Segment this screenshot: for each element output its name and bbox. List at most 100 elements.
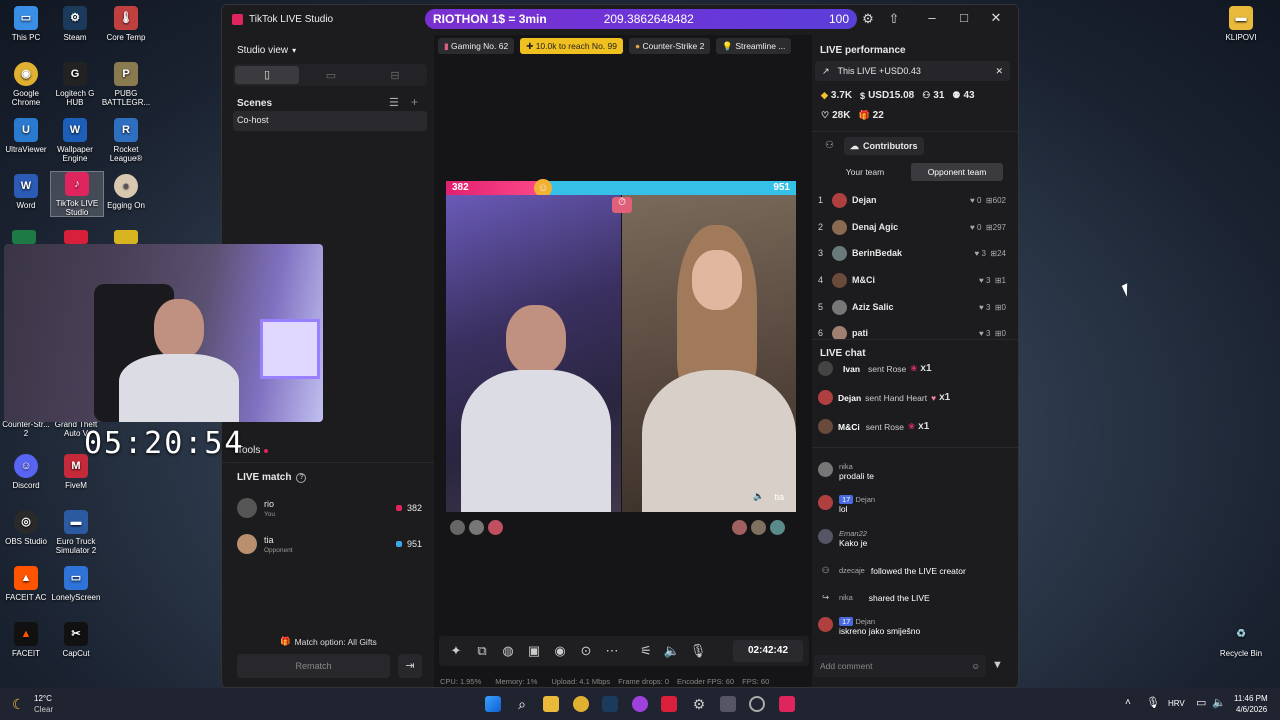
topic-counter-strike[interactable]: ● Counter-Strike 2 <box>628 38 711 54</box>
comment-input[interactable]: Add comment ☺ <box>814 655 986 677</box>
layout-portrait-button[interactable]: ▯ <box>235 66 299 84</box>
effects-icon[interactable]: ⧉ <box>471 643 493 659</box>
avatar[interactable] <box>488 520 503 535</box>
desktop-icon-faceit[interactable]: ▲ FACEIT <box>0 622 52 658</box>
app-icon-yellow[interactable] <box>114 230 138 244</box>
close-icon[interactable]: ✕ <box>995 66 1003 77</box>
match-option[interactable]: 🎁 Match option: All Gifts <box>280 636 377 647</box>
topic-gaming[interactable]: ▮ Gaming No. 62 <box>438 38 515 54</box>
desktop-icon-ultraviewer[interactable]: U UltraViewer <box>0 118 52 154</box>
weather-icon[interactable]: ☾ <box>12 696 25 713</box>
gear-taskbar-icon[interactable]: ⚙ <box>691 696 707 712</box>
contributor-row[interactable]: 3 BerinBedak ♥ 3 ⊞24 <box>818 242 1006 264</box>
contributor-row[interactable]: 1 Dejan ♥ 0 ⊞602 <box>818 189 1006 211</box>
desktop-icon-wallpaper-engine[interactable]: W Wallpaper Engine <box>49 118 101 163</box>
chrome-taskbar-icon[interactable] <box>573 696 589 712</box>
chat-message: ↪ nika shared the LIVE <box>818 592 930 603</box>
desktop-icon-logitech[interactable]: G Logitech G HUB <box>49 62 101 107</box>
help-icon[interactable]: ? <box>296 472 307 483</box>
volume-tray-icon[interactable]: 🔈 <box>1212 696 1226 709</box>
more-icon[interactable]: ⋯ <box>601 643 623 659</box>
desktop-icon-discord[interactable]: ☺ Discord <box>0 454 52 490</box>
rematch-button[interactable]: Rematch <box>237 654 390 678</box>
desktop-icon-euro-truck[interactable]: ▬ Euro Truck Simulator 2 <box>50 510 102 555</box>
tab-opponent-team[interactable]: Opponent team <box>911 163 1003 181</box>
desktop-icon-counter-strike[interactable]: Counter-Str... 2 <box>0 420 52 438</box>
layout-landscape-button[interactable]: ▭ <box>299 69 363 82</box>
avatar[interactable] <box>450 520 465 535</box>
microphone-icon[interactable]: 🎙 <box>687 643 709 659</box>
divider <box>812 447 1018 448</box>
settings-icon[interactable]: ⚙ <box>858 11 878 27</box>
emoji-icon[interactable]: ☺ <box>971 661 980 671</box>
filter-icon[interactable]: ◍ <box>497 643 519 659</box>
app-taskbar-icon[interactable] <box>661 696 677 712</box>
excel-icon[interactable] <box>12 230 36 244</box>
studio-view-dropdown[interactable]: Studio view ▾ <box>237 45 296 56</box>
contributor-row[interactable]: 6 pati ♥ 3 ⊞0 <box>818 322 1006 339</box>
this-live-earnings[interactable]: ↗ This LIVE +USD0.43 ✕ <box>815 61 1010 81</box>
adjust-icon[interactable]: ⚟ <box>635 643 657 659</box>
contributor-row[interactable]: 4 M&Ci ♥ 3 ⊞1 <box>818 269 1006 291</box>
avatar[interactable] <box>770 520 785 535</box>
microphone-tray-icon[interactable]: 🎙 <box>1146 696 1160 709</box>
tab-your-team[interactable]: Your team <box>819 163 911 181</box>
clock-time[interactable]: 11:46 PM <box>1234 694 1268 703</box>
desktop-icon-faceit-ac[interactable]: ▲ FACEIT AC <box>0 566 52 602</box>
desktop-icon-core-temp[interactable]: 🌡 Core Temp <box>100 6 152 42</box>
desktop-icon-obs[interactable]: ◎ OBS Studio <box>0 510 52 546</box>
avatar[interactable] <box>469 520 484 535</box>
maximize-button[interactable]: □ <box>954 10 974 25</box>
clock-date[interactable]: 4/6/2026 <box>1236 705 1267 714</box>
upload-icon[interactable]: ⇧ <box>884 11 904 27</box>
start-icon[interactable] <box>485 696 501 712</box>
layout-other-button[interactable]: ⊟ <box>363 69 427 82</box>
desktop-icon-chrome[interactable]: ◉ Google Chrome <box>0 62 52 107</box>
display-tray-icon[interactable]: ▭ <box>1196 696 1206 709</box>
desktop-icon-this-pc[interactable]: ▭ This PC <box>0 6 52 42</box>
chat-message: ⚇ dzecaje followed the LIVE creator <box>818 565 966 576</box>
close-button[interactable]: ✕ <box>986 10 1006 26</box>
desktop-icon-pubg[interactable]: P PUBG BATTLEGR... <box>100 62 152 107</box>
record-icon[interactable]: ◉ <box>549 643 571 659</box>
tiktok-taskbar-icon[interactable] <box>779 696 795 712</box>
file-explorer-icon[interactable] <box>543 696 559 712</box>
magic-wand-icon[interactable]: ✦ <box>445 643 467 659</box>
app-icon-red[interactable] <box>64 230 88 244</box>
messenger-taskbar-icon[interactable] <box>632 696 648 712</box>
contributor-row[interactable]: 5 Aziz Salic ♥ 3 ⊞0 <box>818 296 1006 318</box>
scenes-list-icon[interactable]: ☰ <box>389 96 399 109</box>
add-scene-icon[interactable]: + <box>411 95 418 109</box>
desktop-icon-capcut[interactable]: ✂ CapCut <box>50 622 102 658</box>
speaker-icon[interactable]: 🔈 <box>661 643 683 659</box>
desktop-icon-lonelyscreen[interactable]: ▭ LonelyScreen <box>50 566 102 602</box>
contributors-tab[interactable]: ☁ Contributors <box>844 137 924 155</box>
desktop-icon-recycle-bin[interactable]: ♻ Recycle Bin <box>1215 622 1267 658</box>
layout-icon[interactable]: ▣ <box>523 643 545 659</box>
tray-chevron-icon[interactable]: ˄ <box>1125 697 1131 708</box>
desktop-icon-klipovi[interactable]: ▬ KLIPOVI <box>1215 6 1267 42</box>
avatar[interactable] <box>732 520 747 535</box>
topic-reach[interactable]: ✚ 10.0k to reach No. 99 <box>520 38 623 54</box>
volume-icon[interactable]: 🔈 <box>753 491 764 502</box>
desktop-icon-egging-on[interactable]: ● Egging On <box>100 174 152 210</box>
minimize-button[interactable]: – <box>922 10 942 25</box>
diamond-icon: ◆ <box>821 90 828 100</box>
exit-match-icon[interactable]: ⇥ <box>398 654 422 678</box>
scene-item-co-host[interactable]: Co-host <box>233 111 427 131</box>
language-indicator[interactable]: HRV <box>1168 699 1185 708</box>
obs-taskbar-icon[interactable] <box>749 696 765 712</box>
add-user-icon[interactable]: ⚇ <box>825 140 834 151</box>
desktop-icon-rocket-league[interactable]: R Rocket League® <box>100 118 152 163</box>
desktop-icon-steam[interactable]: ⚙ Steam <box>49 6 101 42</box>
search-icon[interactable]: ⌕ <box>514 696 530 712</box>
camera-icon[interactable]: ⊙ <box>575 643 597 659</box>
steam-taskbar-icon[interactable] <box>602 696 618 712</box>
desktop-icon-word[interactable]: W Word <box>0 174 52 210</box>
contributor-row[interactable]: 2 Denaj Agic ♥ 0 ⊞297 <box>818 216 1006 238</box>
avatar[interactable] <box>751 520 766 535</box>
desktop-icon-tiktok-live-studio[interactable]: ♪ TikTok LIVE Studio <box>50 171 104 217</box>
settings-taskbar-icon[interactable] <box>720 696 736 712</box>
send-icon[interactable]: ▼ <box>992 659 1003 671</box>
topic-streamline[interactable]: 💡 Streamline ... <box>716 38 792 54</box>
